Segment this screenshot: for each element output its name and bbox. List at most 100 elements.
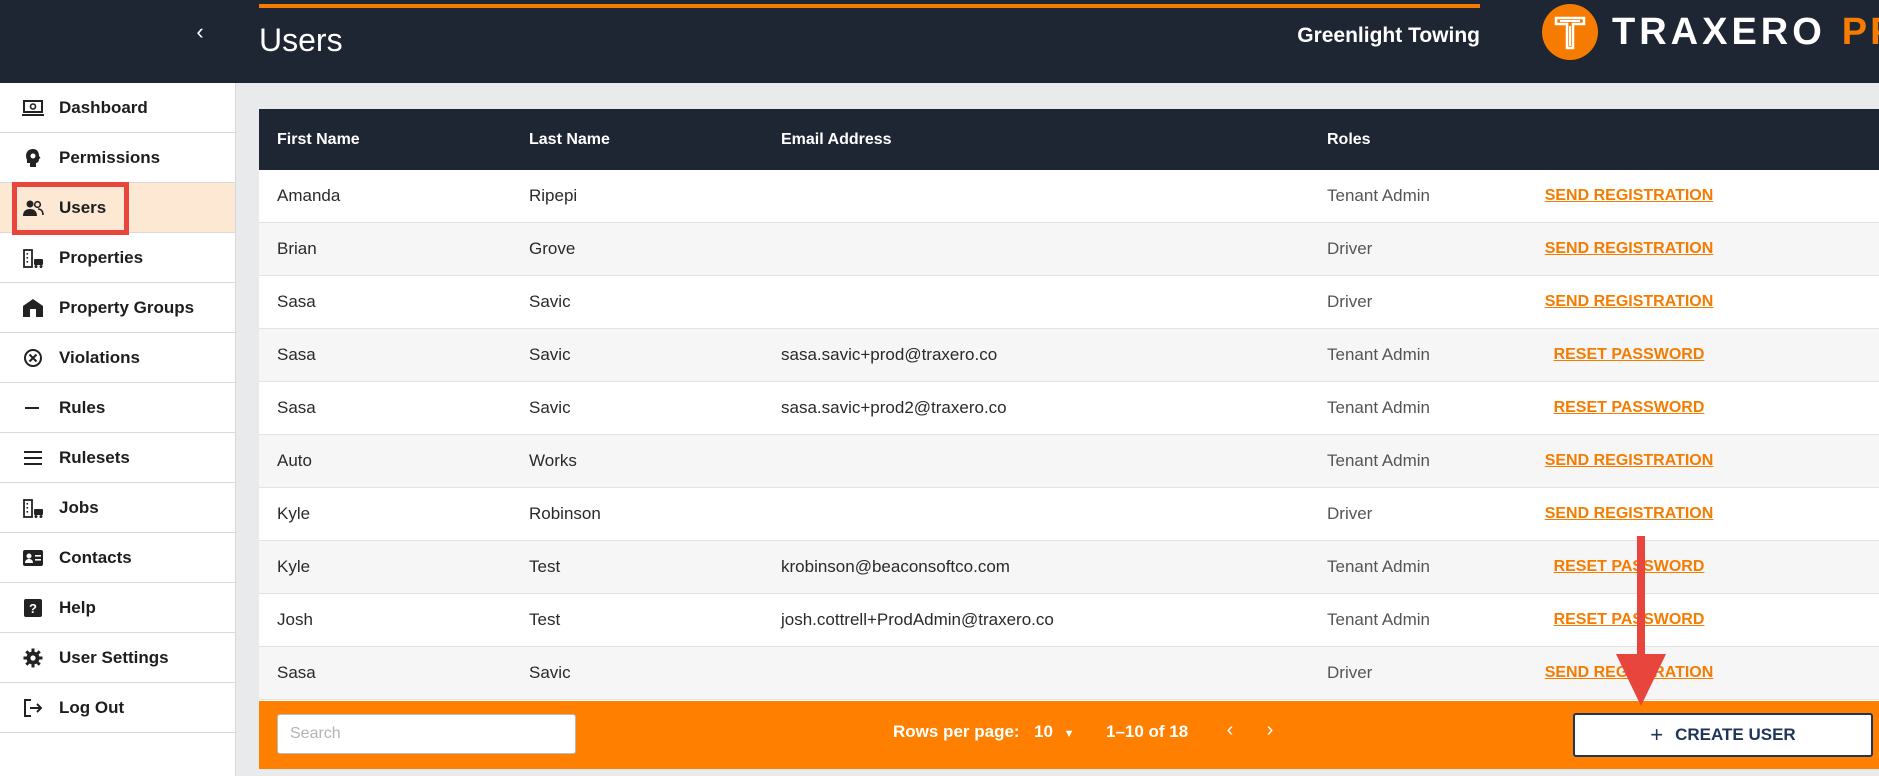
cell-first-name: Sasa [277, 345, 316, 364]
sidebar-item-help[interactable]: ? Help [0, 583, 235, 633]
sidebar-item-label: Dashboard [59, 97, 148, 117]
sidebar-item-label: Jobs [59, 497, 99, 517]
sidebar-item-violations[interactable]: Violations [0, 333, 235, 383]
cell-email: josh.cottrell+ProdAdmin@traxero.co [781, 610, 1054, 629]
pagination-range: 1–10 of 18 [1106, 722, 1189, 741]
cell-role: Driver [1327, 504, 1373, 523]
column-header-email[interactable]: Email Address [781, 131, 892, 149]
send-registration-link[interactable]: SEND REGISTRATION [1545, 452, 1714, 469]
table-row[interactable]: Auto Works Tenant Admin SEND REGISTRATIO… [259, 435, 1879, 488]
sidebar-item-label: Rulesets [59, 447, 130, 467]
table-row[interactable]: Amanda Ripepi Tenant Admin SEND REGISTRA… [259, 170, 1879, 223]
cell-first-name: Sasa [277, 398, 316, 417]
sidebar-item-contacts[interactable]: Contacts [0, 533, 235, 583]
sidebar-item-log-out[interactable]: Log Out [0, 683, 235, 733]
reset-password-link[interactable]: RESET PASSWORD [1554, 611, 1705, 628]
column-header-first-name[interactable]: First Name [277, 131, 360, 149]
svg-text:?: ? [29, 601, 37, 616]
next-page-button[interactable]: › [1257, 718, 1283, 744]
table-row[interactable]: Sasa Savic sasa.savic+prod@traxero.co Te… [259, 329, 1879, 382]
logo-suffix: PPI [1841, 10, 1879, 53]
reset-password-link[interactable]: RESET PASSWORD [1554, 399, 1705, 416]
cell-first-name: Brian [277, 239, 317, 258]
rows-per-page-select[interactable]: 10 ▼ [1034, 722, 1075, 742]
chevron-right-icon: › [1266, 719, 1274, 741]
send-registration-link[interactable]: SEND REGISTRATION [1545, 240, 1714, 257]
table-row[interactable]: Sasa Savic Driver SEND REGISTRATION [259, 276, 1879, 329]
cell-role: Tenant Admin [1327, 398, 1431, 417]
help-icon: ? [22, 597, 44, 619]
table-footer: Rows per page: 10 ▼ 1–10 of 18 ‹ › + CRE… [259, 701, 1879, 769]
cell-role: Driver [1327, 663, 1373, 682]
send-registration-link[interactable]: SEND REGISTRATION [1545, 664, 1714, 681]
cell-role: Tenant Admin [1327, 557, 1431, 576]
table-row[interactable]: Kyle Test krobinson@beaconsoftco.com Ten… [259, 541, 1879, 594]
cell-last-name: Robinson [529, 504, 601, 523]
table-row[interactable]: Josh Test josh.cottrell+ProdAdmin@traxer… [259, 594, 1879, 647]
send-registration-link[interactable]: SEND REGISTRATION [1545, 293, 1714, 310]
sidebar-item-label: Permissions [59, 147, 161, 167]
sidebar: Dashboard Permissions Users Properties P… [0, 83, 236, 776]
column-header-roles[interactable]: Roles [1327, 131, 1371, 149]
cell-last-name: Savic [529, 663, 571, 682]
create-user-button[interactable]: + CREATE USER [1573, 713, 1873, 757]
logo-mark-icon [1542, 4, 1598, 60]
sidebar-item-label: Users [59, 197, 107, 217]
cell-first-name: Amanda [277, 186, 341, 205]
column-header-last-name[interactable]: Last Name [529, 131, 610, 149]
cell-email: sasa.savic+prod@traxero.co [781, 345, 998, 364]
sidebar-item-properties[interactable]: Properties [0, 233, 235, 283]
sidebar-item-label: User Settings [59, 647, 169, 667]
send-registration-link[interactable]: SEND REGISTRATION [1545, 505, 1714, 522]
cell-last-name: Grove [529, 239, 576, 258]
plus-icon: + [1650, 722, 1664, 747]
reset-password-link[interactable]: RESET PASSWORD [1554, 558, 1705, 575]
sidebar-item-rulesets[interactable]: Rulesets [0, 433, 235, 483]
top-header: ‹ Users Greenlight Towing TRAXERO PPI [0, 0, 1879, 83]
cell-last-name: Ripepi [529, 186, 578, 205]
sidebar-item-rules[interactable]: Rules [0, 383, 235, 433]
rulesets-icon [22, 447, 44, 469]
violations-icon [22, 347, 44, 369]
cell-role: Tenant Admin [1327, 451, 1431, 470]
cell-last-name: Savic [529, 345, 571, 364]
sidebar-item-label: Properties [59, 247, 144, 267]
sidebar-item-label: Help [59, 597, 96, 617]
table-row[interactable]: Brian Grove Driver SEND REGISTRATION [259, 223, 1879, 276]
cell-last-name: Works [529, 451, 577, 470]
cell-email: sasa.savic+prod2@traxero.co [781, 398, 1007, 417]
chevron-left-icon[interactable]: ‹ [188, 20, 212, 44]
sidebar-item-permissions[interactable]: Permissions [0, 133, 235, 183]
send-registration-link[interactable]: SEND REGISTRATION [1545, 187, 1714, 204]
page-title: Users [259, 22, 343, 58]
logo-text: TRAXERO [1612, 10, 1826, 53]
caret-down-icon: ▼ [1063, 728, 1075, 740]
sidebar-item-label: Rules [59, 397, 106, 417]
cell-first-name: Kyle [277, 504, 311, 523]
sidebar-item-jobs[interactable]: Jobs [0, 483, 235, 533]
sidebar-item-property-groups[interactable]: Property Groups [0, 283, 235, 333]
permissions-icon [22, 147, 44, 169]
jobs-icon [22, 497, 44, 519]
sidebar-item-label: Log Out [59, 697, 125, 717]
cell-first-name: Josh [277, 610, 313, 629]
cell-first-name: Auto [277, 451, 312, 470]
sidebar-item-label: Contacts [59, 547, 132, 567]
table-row[interactable]: Sasa Savic Driver SEND REGISTRATION [259, 647, 1879, 700]
reset-password-link[interactable]: RESET PASSWORD [1554, 346, 1705, 363]
search-input[interactable] [277, 714, 576, 754]
cell-email: krobinson@beaconsoftco.com [781, 557, 1010, 576]
table-row[interactable]: Sasa Savic sasa.savic+prod2@traxero.co T… [259, 382, 1879, 435]
cell-last-name: Savic [529, 292, 571, 311]
sidebar-item-dashboard[interactable]: Dashboard [0, 83, 235, 133]
cell-role: Tenant Admin [1327, 186, 1431, 205]
sidebar-item-users[interactable]: Users [0, 183, 235, 233]
previous-page-button[interactable]: ‹ [1217, 718, 1243, 744]
property-groups-icon [22, 297, 44, 319]
sidebar-item-user-settings[interactable]: User Settings [0, 633, 235, 683]
table-row[interactable]: Kyle Robinson Driver SEND REGISTRATION [259, 488, 1879, 541]
logout-icon [22, 697, 44, 719]
gear-icon [22, 647, 44, 669]
contacts-icon [22, 547, 44, 569]
chevron-left-icon: ‹ [1226, 719, 1234, 741]
